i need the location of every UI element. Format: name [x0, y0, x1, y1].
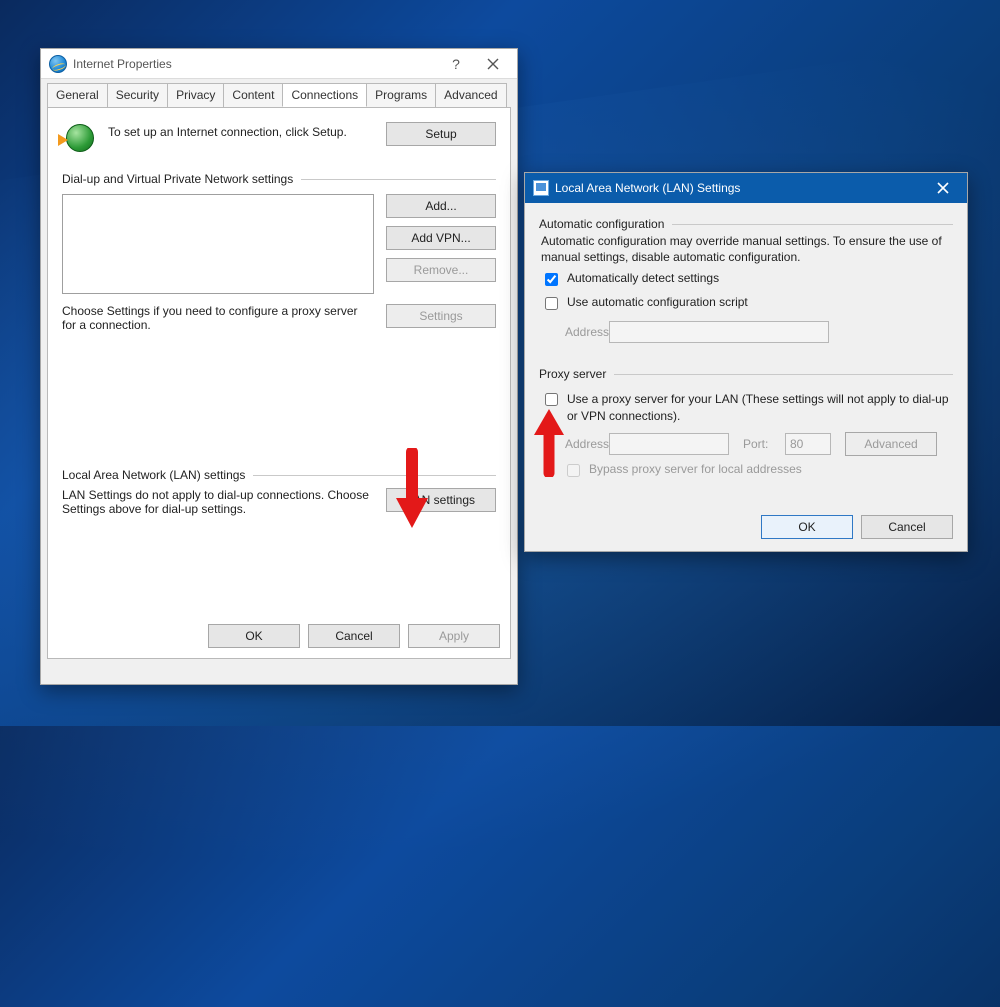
setup-button[interactable]: Setup	[386, 122, 496, 146]
lan-group-label: Local Area Network (LAN) settings	[62, 468, 496, 482]
lan-settings-button[interactable]: LAN settings	[386, 488, 496, 512]
setup-text: To set up an Internet connection, click …	[108, 122, 364, 140]
use-proxy-row[interactable]: Use a proxy server for your LAN (These s…	[541, 391, 951, 423]
bypass-checkbox	[567, 464, 580, 477]
connections-pane: To set up an Internet connection, click …	[47, 107, 511, 659]
dialup-listbox[interactable]	[62, 194, 374, 294]
auto-detect-label: Automatically detect settings	[567, 271, 719, 285]
proxy-address-label: Address:	[541, 437, 601, 451]
lan-body: Automatic configuration Automatic config…	[525, 203, 967, 492]
tab-content[interactable]: Content	[223, 83, 283, 107]
proxy-port-input	[785, 433, 831, 455]
cancel-button[interactable]: Cancel	[861, 515, 953, 539]
help-button[interactable]: ?	[439, 50, 473, 78]
choose-settings-text: Choose Settings if you need to configure…	[62, 304, 374, 332]
tab-programs[interactable]: Programs	[366, 83, 436, 107]
settings-button: Settings	[386, 304, 496, 328]
internet-properties-dialog: Internet Properties ? General Security P…	[40, 48, 518, 685]
tab-connections[interactable]: Connections	[282, 83, 367, 107]
auto-config-label: Automatic configuration	[539, 217, 664, 231]
auto-detect-row[interactable]: Automatically detect settings	[541, 271, 951, 289]
add-vpn-button[interactable]: Add VPN...	[386, 226, 496, 250]
auto-detect-checkbox[interactable]	[545, 273, 558, 286]
dialup-group-label: Dial-up and Virtual Private Network sett…	[62, 172, 496, 186]
tab-privacy[interactable]: Privacy	[167, 83, 224, 107]
lan-settings-dialog: Local Area Network (LAN) Settings Automa…	[524, 172, 968, 552]
lan-text: LAN Settings do not apply to dial-up con…	[62, 488, 374, 516]
proxy-port-label: Port:	[737, 437, 777, 451]
auto-config-text: Automatic configuration may override man…	[541, 233, 951, 265]
script-address-label: Address	[541, 325, 601, 339]
use-proxy-checkbox[interactable]	[545, 393, 558, 406]
advanced-button: Advanced	[845, 432, 937, 456]
add-button[interactable]: Add...	[386, 194, 496, 218]
tab-security[interactable]: Security	[107, 83, 168, 107]
proxy-label: Proxy server	[539, 367, 606, 381]
titlebar[interactable]: Internet Properties ?	[41, 49, 517, 79]
close-button[interactable]	[923, 174, 963, 202]
close-button[interactable]	[473, 50, 513, 78]
tab-bar: General Security Privacy Content Connect…	[41, 79, 517, 107]
ok-button[interactable]: OK	[761, 515, 853, 539]
titlebar[interactable]: Local Area Network (LAN) Settings	[525, 173, 967, 203]
script-address-input	[609, 321, 829, 343]
auto-script-label: Use automatic configuration script	[567, 295, 748, 309]
auto-script-checkbox[interactable]	[545, 297, 558, 310]
bypass-label: Bypass proxy server for local addresses	[589, 462, 802, 476]
use-proxy-label: Use a proxy server for your LAN (These s…	[567, 391, 951, 423]
cancel-button[interactable]: Cancel	[308, 624, 400, 648]
tab-advanced[interactable]: Advanced	[435, 83, 506, 107]
bypass-row: Bypass proxy server for local addresses	[563, 462, 951, 480]
globe-icon	[62, 122, 96, 156]
auto-script-row[interactable]: Use automatic configuration script	[541, 295, 951, 313]
proxy-address-input	[609, 433, 729, 455]
tab-general[interactable]: General	[47, 83, 108, 107]
window-title: Local Area Network (LAN) Settings	[555, 181, 923, 195]
apply-button: Apply	[408, 624, 500, 648]
lan-icon	[533, 180, 549, 196]
ok-button[interactable]: OK	[208, 624, 300, 648]
window-title: Internet Properties	[73, 57, 439, 71]
remove-button: Remove...	[386, 258, 496, 282]
ie-icon	[49, 55, 67, 73]
